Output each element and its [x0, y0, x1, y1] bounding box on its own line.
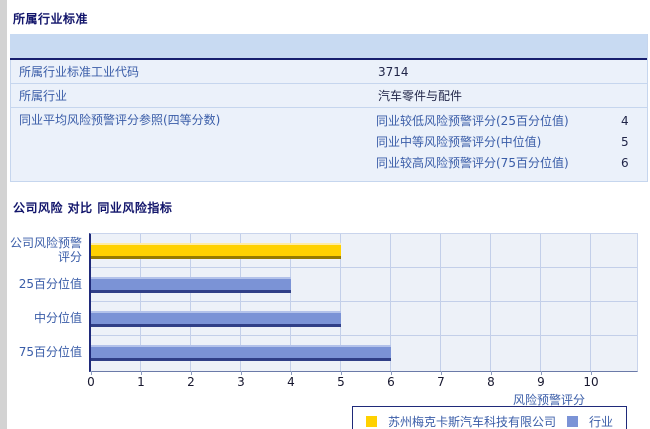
industry-risk-report-page: 所属行业标准 所属行业标准工业代码 3714 所属行业 汽车零件与配件 同业平均…: [0, 0, 650, 429]
chart-gridline: [590, 234, 591, 371]
table-row-industry: 所属行业 汽车零件与配件: [10, 84, 647, 108]
chart-gridline: [490, 234, 491, 371]
chart-tick-mark: [91, 371, 92, 375]
risk-comparison-chart: 风险预警评分 苏州梅克卡斯汽车科技有限公司 行业 公司风险预警评分 25百分位值 中分…: [0, 223, 650, 429]
chart-category-label: 25百分位值: [18, 277, 82, 291]
industry-score-bar: [91, 277, 291, 293]
chart-x-tick-label: 7: [437, 375, 445, 389]
chart-x-tick-label: 2: [187, 375, 195, 389]
chart-category-label: 公司风险预警评分: [9, 236, 82, 264]
table-row-peer-scores: 同业平均风险预警评分参照(四等分数) 同业较低风险预警评分(25百分位值) 4 …: [10, 108, 647, 182]
report-content: 所属行业标准 所属行业标准工业代码 3714 所属行业 汽车零件与配件 同业平均…: [0, 0, 650, 429]
row-value: 3714: [378, 64, 409, 79]
subrow-value: 5: [621, 135, 629, 149]
chart-tick-mark: [341, 371, 342, 375]
chart-tick-mark: [391, 371, 392, 375]
chart-tick-mark: [491, 371, 492, 375]
chart-x-tick-label: 9: [537, 375, 545, 389]
subrow-value: 6: [621, 156, 629, 170]
subrow-value: 4: [621, 114, 629, 128]
chart-band-separator: [91, 301, 637, 302]
chart-x-tick-label: 8: [487, 375, 495, 389]
row-value: 汽车零件与配件: [378, 89, 463, 103]
chart-gridline: [540, 234, 541, 371]
chart-category-label: 中分位值: [33, 311, 82, 325]
chart-plot-area: [89, 233, 638, 372]
industry-standard-table: 所属行业标准工业代码 3714 所属行业 汽车零件与配件 同业平均风险预警评分参…: [10, 34, 648, 182]
chart-tick-mark: [191, 371, 192, 375]
chart-tick-mark: [291, 371, 292, 375]
industry-score-bar: [91, 311, 341, 327]
chart-tick-mark: [141, 371, 142, 375]
row-label: 同业平均风险预警评分参照(四等分数): [19, 113, 221, 127]
row-label: 所属行业: [19, 89, 68, 103]
chart-x-tick-label: 10: [583, 375, 599, 389]
subrow-label: 同业较高风险预警评分(75百分位值): [376, 156, 569, 170]
chart-band-separator: [91, 267, 637, 268]
chart-tick-mark: [441, 371, 442, 375]
section-title-industry-standard: 所属行业标准: [13, 12, 89, 26]
chart-tick-mark: [541, 371, 542, 375]
chart-x-tick-label: 1: [137, 375, 145, 389]
subrow-label: 同业较低风险预警评分(25百分位值): [376, 114, 569, 128]
industry-score-bar: [91, 345, 391, 361]
chart-band-separator: [91, 335, 637, 336]
table-row-industry-code: 所属行业标准工业代码 3714: [10, 60, 647, 84]
chart-legend: 苏州梅克卡斯汽车科技有限公司 行业: [352, 406, 628, 429]
chart-x-tick-label: 5: [337, 375, 345, 389]
peer-score-subrows: 同业较低风险预警评分(25百分位值) 4 同业中等风险预警评分(中位值) 5 同…: [376, 111, 647, 174]
legend-company-swatch: [366, 415, 377, 427]
subrow-25th-percentile: 同业较低风险预警评分(25百分位值) 4: [376, 111, 647, 132]
chart-x-tick-label: 0: [87, 375, 95, 389]
chart-x-tick-label: 3: [237, 375, 245, 389]
table-header-band: [10, 34, 647, 60]
section-title-comparison: 公司风险 对比 同业风险指标: [13, 201, 173, 215]
chart-tick-mark: [241, 371, 242, 375]
legend-industry-swatch: [567, 415, 579, 427]
legend-series-label: 行业: [589, 414, 614, 429]
row-label: 所属行业标准工业代码: [19, 65, 140, 79]
subrow-75th-percentile: 同业较高风险预警评分(75百分位值) 6: [376, 153, 647, 174]
chart-x-tick-label: 6: [387, 375, 395, 389]
subrow-label: 同业中等风险预警评分(中位值): [376, 135, 542, 149]
legend-series-label: 苏州梅克卡斯汽车科技有限公司: [388, 414, 557, 429]
subrow-median: 同业中等风险预警评分(中位值) 5: [376, 132, 647, 153]
chart-gridline: [440, 234, 441, 371]
chart-x-tick-label: 4: [287, 375, 295, 389]
chart-category-label: 75百分位值: [18, 345, 82, 359]
chart-tick-mark: [591, 371, 592, 375]
company-score-bar: [91, 243, 341, 259]
